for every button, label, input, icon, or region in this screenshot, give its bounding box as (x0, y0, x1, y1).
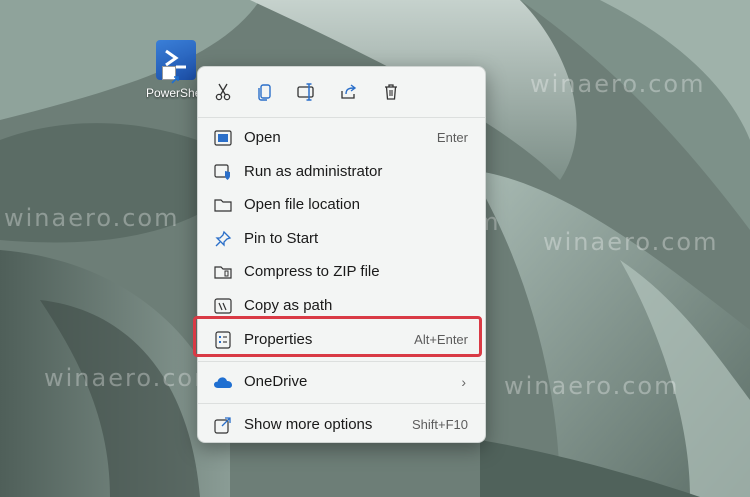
shortcut-arrow-icon (162, 66, 179, 84)
rename-icon[interactable] (294, 79, 320, 105)
folder-icon (213, 195, 233, 215)
open-window-icon (213, 128, 233, 148)
menu-item-pin-to-start[interactable]: Pin to Start (203, 222, 480, 255)
cut-icon[interactable] (210, 79, 236, 105)
menu-item-label: Run as administrator (244, 163, 383, 180)
menu-item-label: Pin to Start (244, 230, 319, 247)
menu-item-label: OneDrive (244, 373, 308, 390)
copy-path-icon (213, 296, 233, 316)
menu-item-label: Copy as path (244, 297, 333, 314)
properties-highlight-box (193, 316, 482, 357)
menu-item-compress-to-zip[interactable]: Compress to ZIP file (203, 255, 480, 288)
copy-icon[interactable] (252, 79, 278, 105)
shortcut-text: Shift+F10 (411, 417, 468, 432)
watermark: winaero.com (543, 228, 719, 256)
shortcut-text: Enter (436, 130, 468, 145)
menu-separator (198, 361, 485, 362)
menu-separator (198, 403, 485, 404)
watermark: winaero.com (504, 372, 680, 400)
show-more-options-icon (213, 415, 233, 435)
chevron-right-icon: › (461, 373, 466, 390)
menu-item-open[interactable]: Open Enter (203, 121, 480, 154)
watermark: winaero.com (4, 204, 180, 232)
zip-folder-icon (213, 262, 233, 282)
menu-item-label: Open (244, 129, 281, 146)
menu-item-label: Show more options (244, 416, 373, 433)
watermark: winaero.com (44, 364, 220, 392)
onedrive-cloud-icon (213, 372, 233, 392)
share-icon[interactable] (336, 79, 362, 105)
menu-item-label: Compress to ZIP file (244, 263, 380, 280)
watermark: winaero.com (530, 70, 706, 98)
delete-icon[interactable] (378, 79, 404, 105)
menu-item-open-file-location[interactable]: Open file location (203, 188, 480, 221)
menu-item-run-as-administrator[interactable]: Run as administrator (203, 155, 480, 188)
menu-item-onedrive[interactable]: OneDrive › (203, 365, 480, 398)
context-menu-toolbar (198, 67, 485, 117)
context-menu: Open Enter Run as administrator Open fil… (197, 66, 486, 443)
pin-icon (213, 229, 233, 249)
admin-shield-icon (213, 162, 233, 182)
menu-separator (198, 117, 485, 118)
desktop-icon-label: PowerShell (146, 86, 202, 100)
menu-item-label: Open file location (244, 196, 360, 213)
menu-item-show-more-options[interactable]: Show more options Shift+F10 (203, 408, 480, 441)
powershell-icon (156, 40, 196, 84)
